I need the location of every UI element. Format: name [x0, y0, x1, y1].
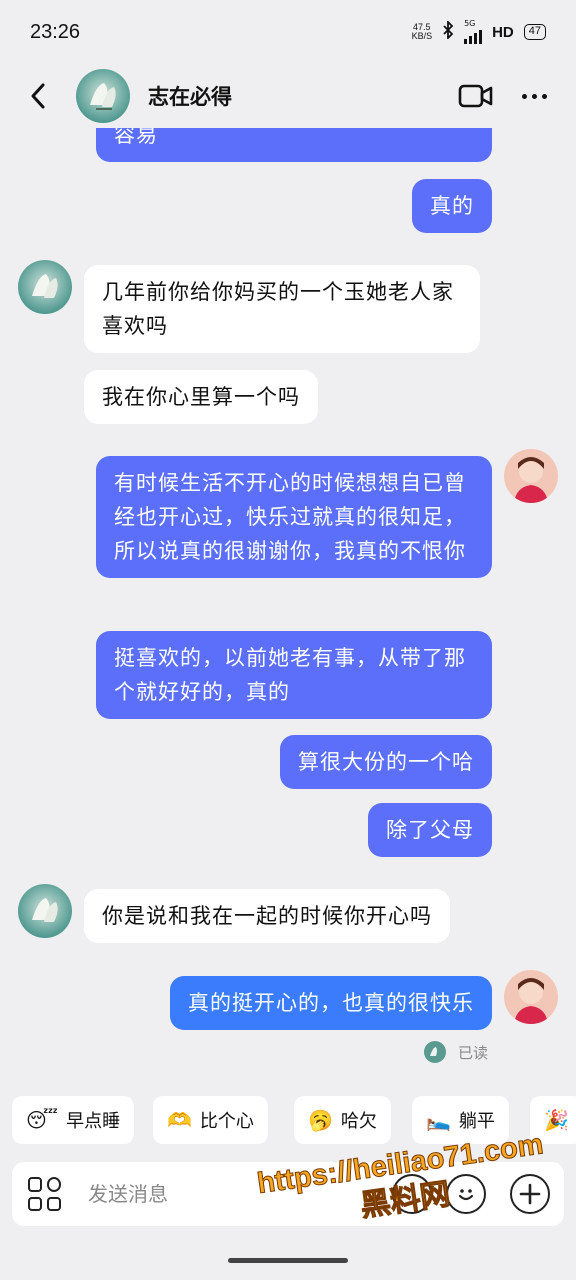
plus-button[interactable] [510, 1174, 550, 1214]
message-input-bar [12, 1162, 564, 1226]
status-bar: 23:26 47.5 KB/S 5G HD 47 [0, 0, 576, 64]
contact-name: 志在必得 [148, 85, 232, 109]
message-input[interactable] [88, 1182, 368, 1206]
network-type: 5G [464, 19, 476, 28]
message-outgoing[interactable]: 真的挺开心的，也真的很快乐 [170, 976, 492, 1030]
video-camera-icon [458, 84, 493, 108]
message-outgoing[interactable]: 容易 [96, 128, 492, 162]
my-avatar[interactable] [504, 449, 558, 503]
quick-reply-chip[interactable]: 🛌 躺平 [412, 1096, 509, 1144]
sleepy-emoji-icon: 😴 [26, 1108, 59, 1132]
message-outgoing[interactable]: 算很大份的一个哈 [280, 735, 492, 789]
signal-icon [464, 28, 483, 44]
apps-grid-icon[interactable] [28, 1177, 62, 1211]
chevron-left-icon [31, 83, 45, 109]
video-call-button[interactable] [456, 78, 496, 114]
message-outgoing[interactable]: 除了父母 [368, 803, 492, 857]
read-status: 已读 [457, 1043, 488, 1062]
emoji-button[interactable] [446, 1174, 486, 1214]
battery-icon: 47 [523, 24, 546, 40]
message-incoming[interactable]: 几年前你给你妈买的一个玉她老人家喜欢吗 [84, 265, 480, 353]
dot-icon [521, 93, 527, 99]
message-outgoing[interactable]: 挺喜欢的，以前她老有事，从带了那个就好好的，真的 [96, 631, 492, 719]
message-list[interactable]: 容易 真的 几年前你给你妈买的一个玉她老人家喜欢吗 我在你心里算一个吗 有时候生… [0, 128, 576, 1088]
party-emoji-icon: 🎉 [544, 1108, 569, 1132]
yawn-emoji-icon: 🥱 [308, 1108, 333, 1132]
hd-indicator: HD [492, 23, 514, 41]
bluetooth-icon [442, 19, 454, 43]
heart-hands-emoji-icon: 🫶 [167, 1108, 192, 1132]
message-outgoing[interactable]: 真的 [412, 179, 492, 233]
network-speed: 47.5 KB/S [411, 22, 433, 41]
smiley-icon [458, 1189, 474, 1201]
read-receipt: 已读 [423, 1041, 488, 1063]
chat-header: 志在必得 [0, 64, 576, 128]
quick-reply-chip[interactable]: 🎉 [530, 1096, 576, 1144]
back-button[interactable] [18, 76, 58, 116]
my-avatar[interactable] [504, 970, 558, 1024]
message-incoming[interactable]: 我在你心里算一个吗 [84, 370, 318, 424]
more-options-button[interactable] [516, 78, 552, 114]
dot-icon [541, 93, 547, 99]
message-incoming[interactable]: 你是说和我在一起的时候你开心吗 [84, 889, 450, 943]
home-indicator[interactable] [228, 1258, 348, 1263]
contact-avatar[interactable] [18, 260, 72, 314]
lying-flat-emoji-icon: 🛌 [426, 1108, 451, 1132]
contact-avatar[interactable] [18, 884, 72, 938]
voice-icon[interactable] [392, 1174, 432, 1214]
quick-reply-chip[interactable]: 😴 早点睡 [12, 1096, 135, 1144]
status-time: 23:26 [30, 20, 81, 43]
quick-reply-chip[interactable]: 🥱 哈欠 [294, 1096, 391, 1144]
status-icons: 47.5 KB/S 5G HD 47 [412, 20, 546, 44]
dot-icon [531, 93, 537, 99]
contact-avatar[interactable] [76, 69, 130, 123]
quick-reply-bar: 😴 早点睡 🫶 比个心 🥱 哈欠 🛌 躺平 🎉 [0, 1096, 576, 1152]
plus-icon [519, 1183, 541, 1205]
quick-reply-chip[interactable]: 🫶 比个心 [153, 1096, 268, 1144]
message-outgoing[interactable]: 有时候生活不开心的时候想想自已曾经也开心过，快乐过就真的很知足，所以说真的很谢谢… [96, 456, 492, 578]
read-avatar [423, 1041, 446, 1063]
